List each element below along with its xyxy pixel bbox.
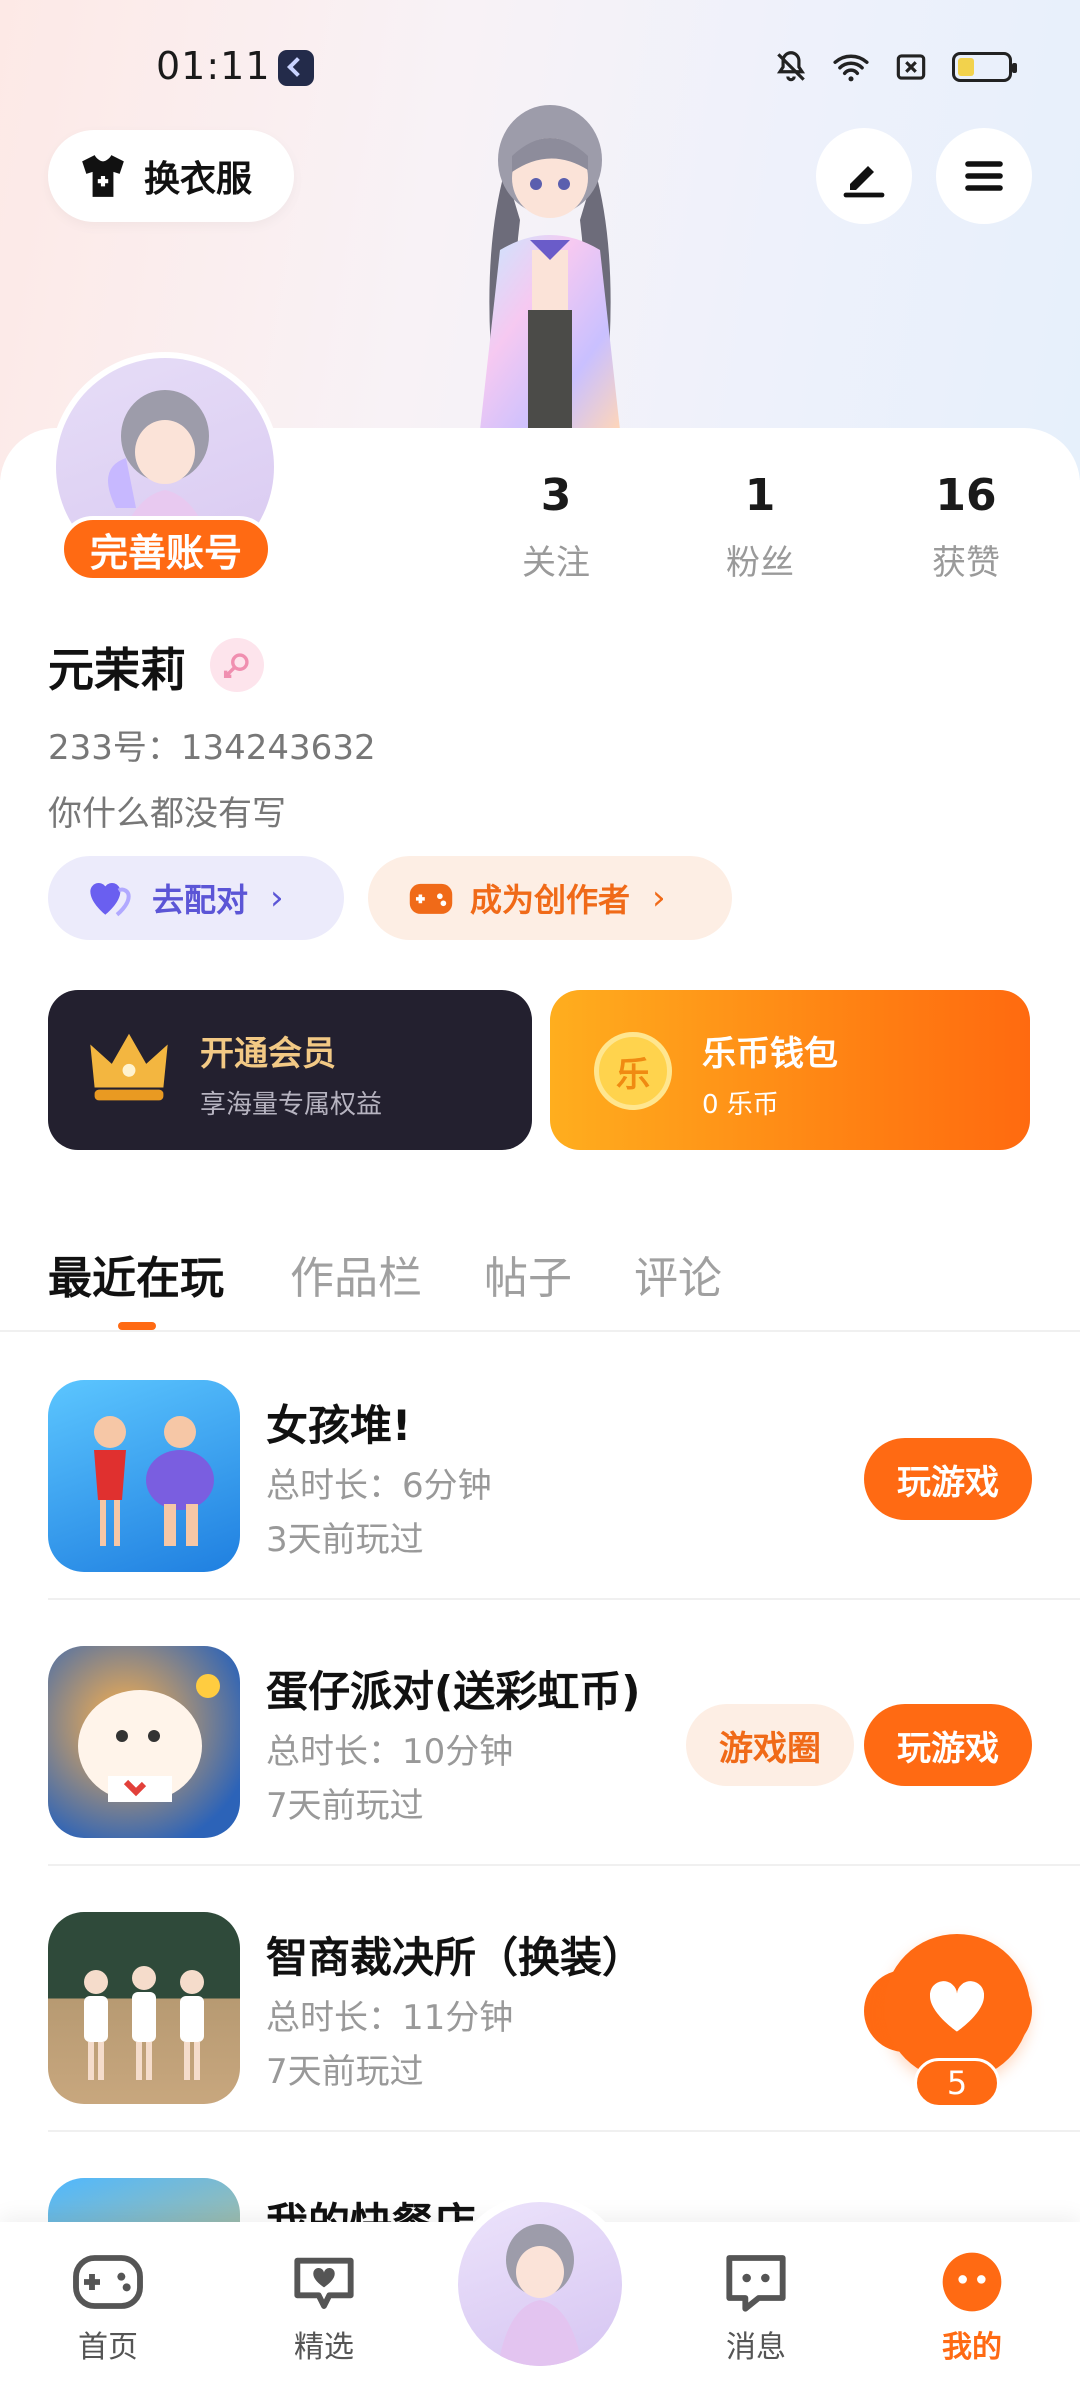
user-bio: 你什么都没有写 [48, 794, 286, 834]
tab-comments[interactable]: 评论 [634, 1242, 722, 1306]
tab-works[interactable]: 作品栏 [290, 1242, 422, 1306]
complete-account-badge[interactable]: 完善账号 [60, 516, 272, 582]
stat-likes-label: 获赞 [932, 543, 1000, 583]
heart-chat-icon [294, 2257, 354, 2309]
list-item[interactable]: 女孩堆! 总时长：6分钟 3天前玩过 玩游戏 [48, 1334, 1080, 1600]
avatar-character-image [480, 105, 620, 430]
list-item[interactable]: 蛋仔派对(送彩虹币) 总时长：10分钟 7天前玩过 游戏圈 玩游戏 [48, 1600, 1080, 1866]
nav-featured-label: 精选 [294, 2330, 354, 2365]
nav-avatar-button[interactable] [450, 2194, 630, 2374]
nav-home[interactable]: 首页 [38, 2250, 178, 2366]
nav-me-label: 我的 [942, 2330, 1002, 2365]
user-id: 233号：134243632 [48, 728, 376, 768]
bottom-navigation: 首页 精选 消息 我的 [0, 2194, 1080, 2400]
edit-profile-button[interactable] [816, 128, 912, 224]
nav-featured[interactable]: 精选 [254, 2250, 394, 2366]
heart-icon [929, 1981, 985, 2032]
game-title: 女孩堆! [266, 1401, 412, 1450]
game-last-played: 7天前玩过 [266, 2052, 424, 2092]
vip-title: 开通会员 [200, 1034, 336, 1074]
app-notification-icon [278, 50, 314, 86]
nav-me[interactable]: 我的 [902, 2250, 1042, 2366]
female-gender-icon [210, 638, 264, 692]
coin-char: 乐 [616, 1054, 650, 1095]
play-game-button[interactable]: 玩游戏 [864, 1438, 1032, 1520]
tab-posts[interactable]: 帖子 [484, 1242, 572, 1306]
become-creator-label: 成为创作者 [470, 881, 631, 919]
dress-up-label: 换衣服 [144, 159, 253, 200]
wallet-title: 乐币钱包 [702, 1034, 838, 1074]
vip-subtitle: 享海量专属权益 [200, 1090, 383, 1120]
avatar-thumbnail-image [498, 2224, 582, 2366]
game-duration: 总时长：11分钟 [266, 1998, 514, 2038]
menu-button[interactable] [936, 128, 1032, 224]
game-duration: 总时长：6分钟 [266, 1466, 492, 1506]
chevron-right-icon: › [270, 878, 284, 918]
hamburger-menu-icon [965, 161, 1003, 191]
wallet-card[interactable]: 乐 乐币钱包 0 乐币 [550, 990, 1030, 1150]
crown-icon [90, 1033, 168, 1101]
game-circle-button[interactable]: 游戏圈 [686, 1704, 854, 1786]
username: 元茉莉 [48, 643, 186, 697]
nav-messages[interactable]: 消息 [686, 2250, 826, 2366]
chevron-right-icon: › [652, 878, 666, 918]
stat-following-label: 关注 [522, 543, 590, 583]
game-duration: 总时长：10分钟 [266, 1732, 514, 1772]
match-label: 去配对 [152, 881, 249, 919]
profile-tabs: 最近在玩 作品栏 帖子 评论 [0, 1232, 1080, 1332]
coin-icon: 乐 [594, 1032, 672, 1110]
tshirt-icon [82, 155, 124, 197]
game-icon [48, 1912, 240, 2104]
gamepad-icon [73, 2255, 143, 2309]
stat-following-count: 3 [540, 470, 572, 521]
stat-likes-count: 16 [935, 470, 997, 521]
match-button[interactable]: 去配对 › [48, 856, 344, 940]
nav-home-label: 首页 [78, 2330, 138, 2365]
wifi-icon [833, 54, 869, 82]
active-tab-indicator [118, 1322, 156, 1330]
dress-up-button[interactable]: 换衣服 [48, 130, 294, 222]
become-creator-button[interactable]: 成为创作者 › [368, 856, 732, 940]
status-time: 01:11 [156, 44, 271, 88]
stat-likes[interactable]: 16 获赞 [906, 470, 1026, 584]
stat-followers-label: 粉丝 [726, 543, 794, 583]
game-last-played: 3天前玩过 [266, 1520, 424, 1560]
game-icon [48, 1380, 240, 1572]
game-last-played: 7天前玩过 [266, 1786, 424, 1826]
mute-bell-icon [776, 51, 806, 82]
game-title: 蛋仔派对(送彩虹币) [266, 1667, 641, 1716]
nav-messages-label: 消息 [726, 2330, 786, 2365]
vip-membership-card[interactable]: 开通会员 享海量专属权益 [48, 990, 532, 1150]
stat-followers[interactable]: 1 粉丝 [700, 470, 820, 584]
message-bubble-icon [726, 2255, 786, 2312]
play-game-button[interactable]: 玩游戏 [864, 1704, 1032, 1786]
sim-off-icon [896, 54, 926, 80]
double-heart-icon [90, 883, 131, 917]
floating-like-count: 5 [914, 2058, 1000, 2108]
battery-icon [952, 52, 1017, 82]
tab-recently-played[interactable]: 最近在玩 [48, 1242, 224, 1306]
game-icon [48, 1646, 240, 1838]
status-icons [772, 48, 1017, 86]
stat-followers-count: 1 [744, 470, 776, 521]
wallet-balance: 0 乐币 [702, 1090, 779, 1120]
pen-icon [843, 166, 885, 198]
stat-following[interactable]: 3 关注 [496, 470, 616, 584]
profile-face-icon [942, 2252, 1002, 2312]
game-title: 智商裁决所（换装） [266, 1933, 645, 1982]
gamepad-icon [409, 883, 453, 914]
